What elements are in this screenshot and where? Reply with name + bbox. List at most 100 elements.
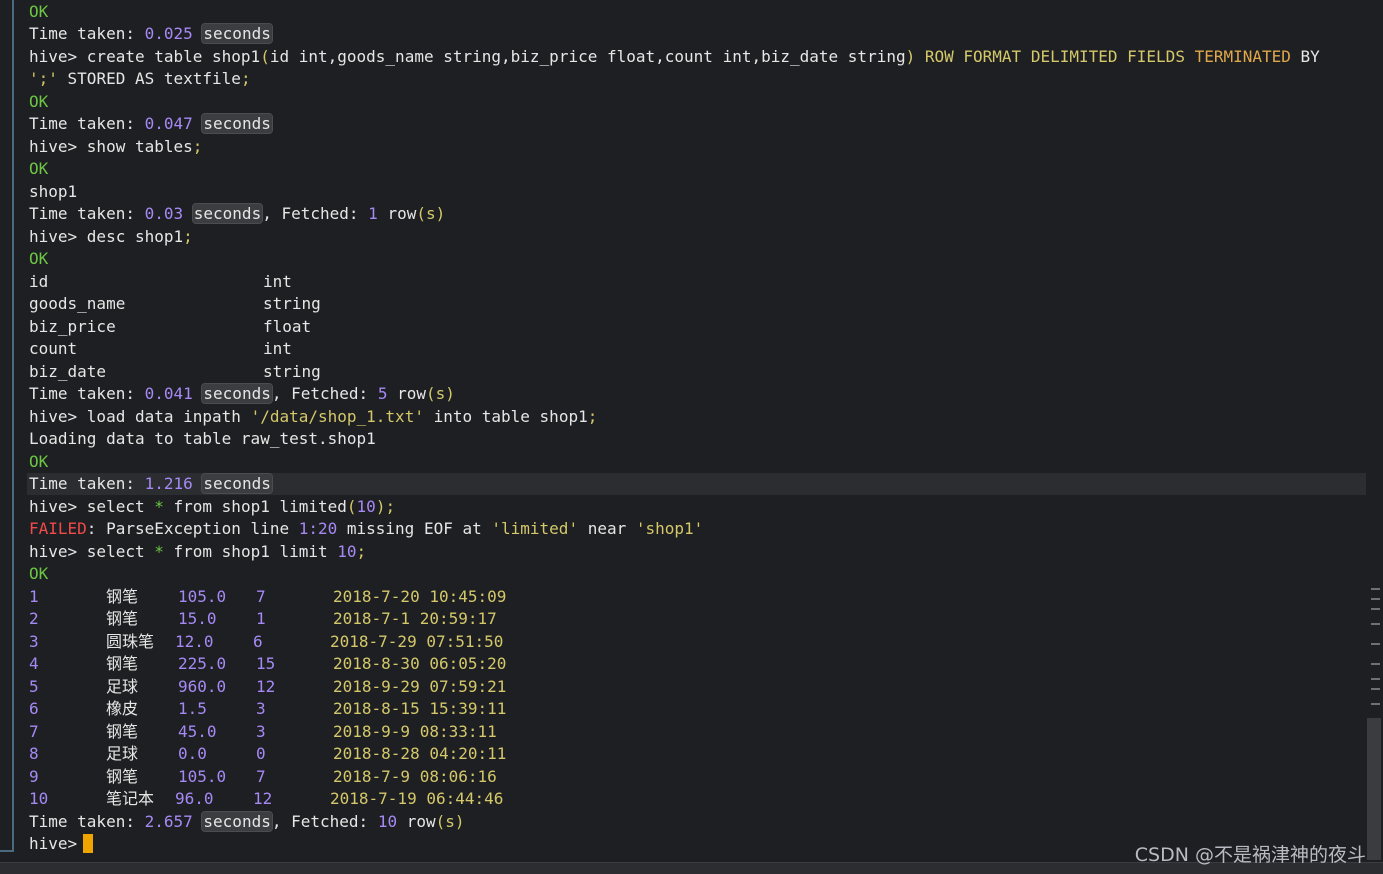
command-line-select-limited: hive> select * from shop1 limited(10); [29,496,395,518]
command-text: hive> load data inpath [29,407,251,426]
cell-price: 1.5 [178,699,207,718]
semicolon: ; [587,407,598,426]
cell-goods-name: 钢笔 [106,767,139,786]
cell-id: 5 [29,677,39,696]
text-cursor [83,834,94,853]
cell-date: 2018-7-1 20:59:17 [333,609,497,628]
error-text: missing EOF at [337,519,492,538]
cell-count: 7 [256,587,266,606]
time-label: Time taken: [29,384,145,403]
time-label: Time taken: [29,24,145,43]
seconds-highlight: seconds [201,23,273,44]
file-path-string: '/data/shop_1.txt' [250,407,424,426]
scroll-marker [1371,623,1380,625]
error-token: 'limited' [491,519,579,538]
cell-price: 105.0 [178,587,227,606]
scroll-marker [1371,598,1380,600]
schema-row: count int [29,338,429,360]
cell-id: 10 [29,789,49,808]
cell-count: 12 [253,789,273,808]
time-value: 0.047 [144,114,193,133]
error-line: FAILED: ParseException line 1:20 missing… [29,518,703,540]
asterisk: * [154,497,164,516]
cell-price: 45.0 [178,722,217,741]
ok-text: OK [29,159,49,178]
schema-column-name: biz_date [29,362,107,381]
cell-id: 9 [29,767,39,786]
command-text: hive> desc shop1 [29,227,184,246]
cell-date: 2018-9-29 07:59:21 [333,677,507,696]
fetched-label: , Fetched: [262,204,369,223]
cell-date: 2018-8-30 06:05:20 [333,654,507,673]
fetched-label: , Fetched: [271,384,378,403]
fetched-label: , Fetched: [271,812,378,831]
loading-message: Loading data to table raw_test.shop1 [29,428,376,450]
cell-date: 2018-7-20 10:45:09 [333,587,507,606]
terminal-output[interactable]: OK Time taken: 0.025 seconds hive> creat… [0,0,1366,862]
cell-goods-name: 钢笔 [106,587,139,606]
status-ok-line: OK [29,158,48,180]
schema-column-type: string [263,362,321,381]
column-defs: id int,goods_name string,biz_price float… [269,47,906,66]
seconds-highlight: seconds [201,383,273,404]
loading-text: Loading data to table raw_test.shop1 [29,429,376,448]
cell-id: 1 [29,587,39,606]
fetched-count: 1 [368,204,378,223]
seconds-highlight: seconds [201,811,273,832]
command-line-desc: hive> desc shop1; [29,226,193,248]
row-suffix: (s) [425,384,455,403]
time-value: 2.657 [144,812,193,831]
row-label: row [397,812,436,831]
status-ok-line: OK [29,248,48,270]
prompt-line[interactable]: hive> [29,833,94,855]
cell-count: 7 [256,767,266,786]
status-ok-line: OK [29,563,48,585]
cell-goods-name: 足球 [106,744,139,763]
scroll-marker [1371,688,1380,690]
cell-id: 7 [29,722,39,741]
cell-price: 960.0 [178,677,227,696]
cell-date: 2018-8-28 04:20:11 [333,744,507,763]
command-text: STORED AS textfile [57,69,241,88]
semicolon: ; [183,227,193,246]
semicolon: ; [356,542,367,561]
schema-column-name: count [29,339,78,358]
table-row: 3 圆珠笔 12.0 6 2018-7-29 07:51:50 [29,631,629,653]
command-line-select-limit: hive> select * from shop1 limit 10; [29,541,366,563]
time-taken-line: Time taken: 0.047 seconds [29,113,273,135]
cell-id: 8 [29,744,39,763]
time-value: 0.03 [144,204,184,223]
cell-goods-name: 笔记本 [106,789,155,808]
fetched-count: 5 [377,384,388,403]
command-text: hive> show tables [29,137,193,156]
cell-id: 3 [29,632,39,651]
scrollbar-thumb[interactable] [1367,718,1381,860]
schema-row: id int [29,271,429,293]
command-line-load-data: hive> load data inpath '/data/shop_1.txt… [29,406,597,428]
time-label: Time taken: [29,204,145,223]
scroll-marker [1371,678,1380,680]
cell-date: 2018-7-9 08:06:16 [333,767,497,786]
seconds-highlight: seconds [201,113,273,134]
command-text: from shop1 limit [163,542,338,561]
schema-row: goods_name string [29,293,429,315]
semicolon: ; [192,137,203,156]
table-row: 6 橡皮 1.5 3 2018-8-15 15:39:11 [29,698,629,720]
semicolon: ; [240,69,251,88]
delimiter-string: ';' [29,69,58,88]
table-row: 1 钢笔 105.0 7 2018-7-20 10:45:09 [29,586,629,608]
asterisk: * [154,542,164,561]
cell-price: 15.0 [178,609,217,628]
command-text: hive> select [29,542,155,561]
table-row: 9 钢笔 105.0 7 2018-7-9 08:06:16 [29,766,629,788]
table-row: 10 笔记本 96.0 12 2018-7-19 06:44:46 [29,788,629,810]
row-suffix: (s) [435,812,465,831]
cell-goods-name: 圆珠笔 [106,632,155,651]
schema-column-name: id [29,272,49,291]
error-text: near [578,519,636,538]
scroll-marker [1371,588,1380,590]
limit-number: 10 [356,497,376,516]
cell-date: 2018-7-19 06:44:46 [330,789,504,808]
cell-goods-name: 足球 [106,677,139,696]
cell-goods-name: 钢笔 [106,722,139,741]
